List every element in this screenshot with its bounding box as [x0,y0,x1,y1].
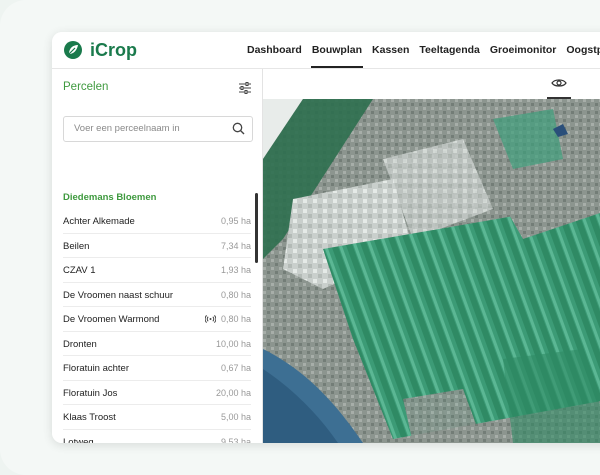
parcel-sidebar: Percelen Diedemans Bloemen Achter Alkema… [52,69,263,443]
nav-item-dashboard[interactable]: Dashboard [242,32,307,68]
satellite-imagery [263,99,600,443]
parcel-size: 0,67 ha [220,363,251,373]
parcel-row[interactable]: Klaas Troost 5,00 ha [63,405,251,430]
parcel-row[interactable]: CZAV 1 1,93 ha [63,258,251,283]
search-icon[interactable] [232,122,245,135]
parcel-name: Floratuin Jos [63,387,118,399]
scrollbar[interactable] [255,193,258,263]
parcel-name: De Vroomen naast schuur [63,289,174,301]
sidebar-title: Percelen [63,81,109,93]
parcel-row[interactable]: Floratuin achter 0,67 ha [63,356,251,381]
parcel-size: 0,80 ha [220,314,251,324]
parcel-size: 20,00 ha [215,387,251,398]
parcel-size: 5,00 ha [220,412,251,422]
parcel-name: CZAV 1 [63,265,96,276]
app-name: iCrop [90,39,137,60]
top-bar: iCrop Dashboard Bouwplan Kassen Teeltagenda… [52,32,600,69]
leaf-logo-icon [64,41,82,59]
satellite-map[interactable] [263,99,600,443]
parcel-name: Beilen [63,240,90,252]
parcel-row[interactable]: De Vroomen Warmond 0,80 ha [63,307,251,332]
parcel-name: De Vroomen Warmond [63,314,160,325]
parcel-row[interactable]: Beilen 7,34 ha [63,234,251,258]
nav-item-oogstplanning[interactable]: Oogstplanning [561,32,600,68]
parcel-row[interactable]: Dronten 10,00 ha [63,332,251,356]
eye-icon[interactable] [551,77,567,89]
parcel-name: Achter Alkemade [63,216,135,227]
parcel-row[interactable]: De Vroomen naast schuur 0,80 ha [63,283,251,307]
parcel-size: 0,95 ha [220,216,251,226]
parcel-name: Lotweg [63,436,94,444]
map-toolbar [263,69,600,100]
filter-sliders-icon[interactable] [238,81,252,95]
parcel-name: Klaas Troost [63,412,116,423]
nav-item-kassen[interactable]: Kassen [367,32,414,68]
nav-item-groeimonitor[interactable]: Groeimonitor [485,32,562,68]
group-label: Diedemans Bloemen [63,192,157,203]
nav-item-teeltagenda[interactable]: Teeltagenda [414,32,485,68]
parcel-search[interactable] [63,116,253,142]
signal-icon [205,315,216,323]
parcel-row[interactable]: Achter Alkemade 0,95 ha [63,209,251,234]
parcel-size: 1,93 ha [220,265,251,275]
parcel-row[interactable]: Lotweg 9,53 ha [63,430,251,444]
search-input[interactable] [72,122,226,135]
parcel-row[interactable]: Floratuin Jos 20,00 ha [63,381,251,405]
parcel-name: Floratuin achter [63,363,130,374]
parcel-name: Dronten [63,338,97,350]
parcel-size: 9,53 ha [220,436,251,444]
main-nav: Dashboard Bouwplan Kassen Teeltagenda Groeim… [242,32,600,68]
app-window: iCrop Dashboard Bouwplan Kassen Teeltagenda… [52,32,600,443]
nav-item-bouwplan[interactable]: Bouwplan [307,32,367,68]
parcel-size: 10,00 ha [215,338,251,349]
parcel-size: 7,34 ha [220,240,251,251]
parcel-size: 0,80 ha [220,289,251,300]
logo[interactable]: iCrop [62,39,137,61]
parcel-list: Achter Alkemade 0,95 ha Beilen 7,34 ha CZAV … [63,209,251,443]
